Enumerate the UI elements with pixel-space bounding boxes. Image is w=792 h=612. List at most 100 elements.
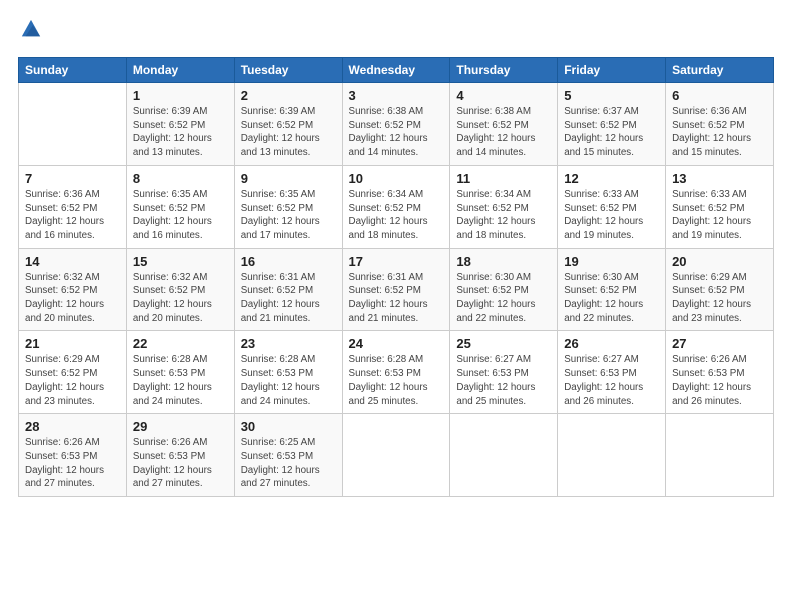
day-info: Sunrise: 6:36 AM Sunset: 6:52 PM Dayligh… xyxy=(672,105,767,160)
day-cell-27: 27 Sunrise: 6:26 AM Sunset: 6:53 PM Dayli… xyxy=(666,331,774,414)
week-row-2: 7Sunrise: 6:36 AM Sunset: 6:52 PM Daylig… xyxy=(19,165,774,248)
day-number: 4 xyxy=(456,88,551,103)
empty-cell xyxy=(19,83,127,166)
day-cell-8: 8 Sunrise: 6:35 AM Sunset: 6:52 PM Daylig… xyxy=(126,165,234,248)
page-container: SundayMondayTuesdayWednesdayThursdayFrid… xyxy=(0,0,792,507)
logo-icon xyxy=(20,18,42,40)
day-number: 19 xyxy=(564,254,659,269)
day-info: Sunrise: 6:25 AM Sunset: 6:53 PM Dayligh… xyxy=(241,436,336,491)
day-number: 9 xyxy=(241,171,336,186)
day-info: Sunrise: 6:32 AM Sunset: 6:52 PM Dayligh… xyxy=(133,271,228,326)
day-cell-17: 17Sunrise: 6:31 AM Sunset: 6:52 PM Dayli… xyxy=(342,248,450,331)
header xyxy=(18,18,774,45)
week-row-5: 28 Sunrise: 6:26 AM Sunset: 6:53 PM Dayli… xyxy=(19,414,774,497)
day-cell-13: 13 Sunrise: 6:33 AM Sunset: 6:52 PM Dayli… xyxy=(666,165,774,248)
day-number: 15 xyxy=(133,254,228,269)
day-cell-28: 28 Sunrise: 6:26 AM Sunset: 6:53 PM Dayli… xyxy=(19,414,127,497)
day-info: Sunrise: 6:37 AM Sunset: 6:52 PM Dayligh… xyxy=(564,105,659,160)
day-header-thursday: Thursday xyxy=(450,58,558,83)
day-header-friday: Friday xyxy=(558,58,666,83)
day-info: Sunrise: 6:38 AM Sunset: 6:52 PM Dayligh… xyxy=(456,105,551,160)
day-number: 5 xyxy=(564,88,659,103)
day-info: Sunrise: 6:28 AM Sunset: 6:53 PM Dayligh… xyxy=(133,353,228,408)
day-cell-16: 16 Sunrise: 6:31 AM Sunset: 6:52 PM Dayli… xyxy=(234,248,342,331)
day-header-saturday: Saturday xyxy=(666,58,774,83)
day-number: 24 xyxy=(349,336,444,351)
day-number: 22 xyxy=(133,336,228,351)
day-info: Sunrise: 6:26 AM Sunset: 6:53 PM Dayligh… xyxy=(25,436,120,491)
day-cell-20: 20 Sunrise: 6:29 AM Sunset: 6:52 PM Dayli… xyxy=(666,248,774,331)
day-number: 11 xyxy=(456,171,551,186)
day-info: Sunrise: 6:28 AM Sunset: 6:53 PM Dayligh… xyxy=(349,353,444,408)
day-number: 16 xyxy=(241,254,336,269)
day-cell-12: 12Sunrise: 6:33 AM Sunset: 6:52 PM Dayli… xyxy=(558,165,666,248)
day-number: 12 xyxy=(564,171,659,186)
day-info: Sunrise: 6:38 AM Sunset: 6:52 PM Dayligh… xyxy=(349,105,444,160)
day-cell-29: 29 Sunrise: 6:26 AM Sunset: 6:53 PM Dayli… xyxy=(126,414,234,497)
day-number: 28 xyxy=(25,419,120,434)
day-number: 13 xyxy=(672,171,767,186)
day-info: Sunrise: 6:28 AM Sunset: 6:53 PM Dayligh… xyxy=(241,353,336,408)
day-info: Sunrise: 6:31 AM Sunset: 6:52 PM Dayligh… xyxy=(349,271,444,326)
day-number: 21 xyxy=(25,336,120,351)
day-info: Sunrise: 6:35 AM Sunset: 6:52 PM Dayligh… xyxy=(241,188,336,243)
day-info: Sunrise: 6:30 AM Sunset: 6:52 PM Dayligh… xyxy=(456,271,551,326)
week-row-1: 1 Sunrise: 6:39 AM Sunset: 6:52 PM Daylig… xyxy=(19,83,774,166)
week-row-3: 14 Sunrise: 6:32 AM Sunset: 6:52 PM Dayli… xyxy=(19,248,774,331)
day-number: 8 xyxy=(133,171,228,186)
day-number: 18 xyxy=(456,254,551,269)
logo xyxy=(18,18,42,45)
day-cell-24: 24 Sunrise: 6:28 AM Sunset: 6:53 PM Dayli… xyxy=(342,331,450,414)
day-info: Sunrise: 6:29 AM Sunset: 6:52 PM Dayligh… xyxy=(672,271,767,326)
day-number: 23 xyxy=(241,336,336,351)
day-info: Sunrise: 6:35 AM Sunset: 6:52 PM Dayligh… xyxy=(133,188,228,243)
day-number: 20 xyxy=(672,254,767,269)
day-cell-26: 26 Sunrise: 6:27 AM Sunset: 6:53 PM Dayli… xyxy=(558,331,666,414)
day-info: Sunrise: 6:33 AM Sunset: 6:52 PM Dayligh… xyxy=(672,188,767,243)
day-header-wednesday: Wednesday xyxy=(342,58,450,83)
day-cell-23: 23 Sunrise: 6:28 AM Sunset: 6:53 PM Dayli… xyxy=(234,331,342,414)
day-number: 26 xyxy=(564,336,659,351)
day-number: 14 xyxy=(25,254,120,269)
day-cell-30: 30Sunrise: 6:25 AM Sunset: 6:53 PM Dayli… xyxy=(234,414,342,497)
day-cell-9: 9 Sunrise: 6:35 AM Sunset: 6:52 PM Daylig… xyxy=(234,165,342,248)
day-cell-2: 2Sunrise: 6:39 AM Sunset: 6:52 PM Daylig… xyxy=(234,83,342,166)
day-number: 1 xyxy=(133,88,228,103)
day-number: 27 xyxy=(672,336,767,351)
day-cell-21: 21 Sunrise: 6:29 AM Sunset: 6:52 PM Dayli… xyxy=(19,331,127,414)
day-number: 10 xyxy=(349,171,444,186)
logo-text xyxy=(18,18,42,45)
day-header-tuesday: Tuesday xyxy=(234,58,342,83)
day-cell-25: 25Sunrise: 6:27 AM Sunset: 6:53 PM Dayli… xyxy=(450,331,558,414)
day-header-monday: Monday xyxy=(126,58,234,83)
day-info: Sunrise: 6:39 AM Sunset: 6:52 PM Dayligh… xyxy=(133,105,228,160)
empty-cell xyxy=(450,414,558,497)
day-info: Sunrise: 6:32 AM Sunset: 6:52 PM Dayligh… xyxy=(25,271,120,326)
day-number: 6 xyxy=(672,88,767,103)
day-header-sunday: Sunday xyxy=(19,58,127,83)
day-cell-6: 6 Sunrise: 6:36 AM Sunset: 6:52 PM Daylig… xyxy=(666,83,774,166)
day-info: Sunrise: 6:26 AM Sunset: 6:53 PM Dayligh… xyxy=(133,436,228,491)
empty-cell xyxy=(342,414,450,497)
day-cell-1: 1 Sunrise: 6:39 AM Sunset: 6:52 PM Daylig… xyxy=(126,83,234,166)
days-header-row: SundayMondayTuesdayWednesdayThursdayFrid… xyxy=(19,58,774,83)
day-number: 7 xyxy=(25,171,120,186)
day-info: Sunrise: 6:31 AM Sunset: 6:52 PM Dayligh… xyxy=(241,271,336,326)
day-info: Sunrise: 6:27 AM Sunset: 6:53 PM Dayligh… xyxy=(564,353,659,408)
empty-cell xyxy=(558,414,666,497)
day-info: Sunrise: 6:34 AM Sunset: 6:52 PM Dayligh… xyxy=(349,188,444,243)
day-cell-22: 22 Sunrise: 6:28 AM Sunset: 6:53 PM Dayli… xyxy=(126,331,234,414)
day-cell-11: 11Sunrise: 6:34 AM Sunset: 6:52 PM Dayli… xyxy=(450,165,558,248)
day-cell-4: 4 Sunrise: 6:38 AM Sunset: 6:52 PM Daylig… xyxy=(450,83,558,166)
day-info: Sunrise: 6:26 AM Sunset: 6:53 PM Dayligh… xyxy=(672,353,767,408)
calendar-table: SundayMondayTuesdayWednesdayThursdayFrid… xyxy=(18,57,774,497)
day-cell-14: 14 Sunrise: 6:32 AM Sunset: 6:52 PM Dayli… xyxy=(19,248,127,331)
day-number: 29 xyxy=(133,419,228,434)
day-number: 3 xyxy=(349,88,444,103)
day-cell-15: 15 Sunrise: 6:32 AM Sunset: 6:52 PM Dayli… xyxy=(126,248,234,331)
day-cell-7: 7Sunrise: 6:36 AM Sunset: 6:52 PM Daylig… xyxy=(19,165,127,248)
day-info: Sunrise: 6:30 AM Sunset: 6:52 PM Dayligh… xyxy=(564,271,659,326)
empty-cell xyxy=(666,414,774,497)
day-info: Sunrise: 6:29 AM Sunset: 6:52 PM Dayligh… xyxy=(25,353,120,408)
day-number: 25 xyxy=(456,336,551,351)
